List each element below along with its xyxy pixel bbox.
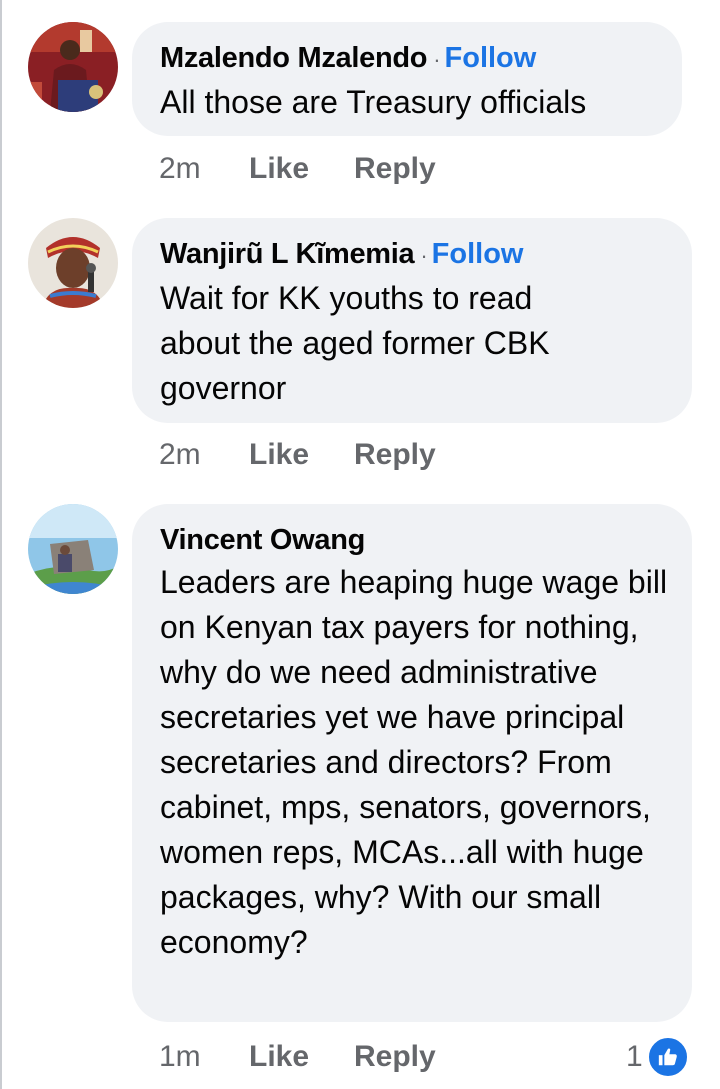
comment-actions: 2m Like Reply xyxy=(159,438,436,472)
follow-button[interactable]: Follow xyxy=(432,238,524,270)
comment-bubble: Vincent Owang Leaders are heaping huge w… xyxy=(132,504,692,1022)
profile-photo-icon xyxy=(28,22,118,112)
timestamp[interactable]: 2m xyxy=(159,152,249,186)
timestamp[interactable]: 1m xyxy=(159,1040,249,1074)
reply-button[interactable]: Reply xyxy=(354,1040,436,1074)
author-name[interactable]: Wanjirũ L Kĩmemia xyxy=(160,238,415,270)
separator-dot: · xyxy=(420,243,428,268)
like-button[interactable]: Like xyxy=(249,152,354,186)
avatar[interactable] xyxy=(28,504,118,594)
comment-bubble: Mzalendo Mzalendo · Follow All those are T… xyxy=(132,22,682,136)
profile-photo-icon xyxy=(28,218,118,308)
like-button[interactable]: Like xyxy=(249,1040,354,1074)
comment-actions: 1m Like Reply xyxy=(159,1040,436,1074)
reply-button[interactable]: Reply xyxy=(354,438,436,472)
reply-button[interactable]: Reply xyxy=(354,152,436,186)
timestamp[interactable]: 2m xyxy=(159,438,249,472)
name-row: Vincent Owang xyxy=(160,522,666,558)
avatar[interactable] xyxy=(28,22,118,112)
comment-actions: 2m Like Reply xyxy=(159,152,436,186)
author-name[interactable]: Vincent Owang xyxy=(160,524,365,556)
follow-button[interactable]: Follow xyxy=(445,42,537,74)
name-row: Mzalendo Mzalendo · Follow xyxy=(160,40,656,78)
author-name[interactable]: Mzalendo Mzalendo xyxy=(160,42,427,74)
separator-dot: · xyxy=(433,47,441,72)
comment-text: Wait for KK youths to read about the age… xyxy=(160,280,550,406)
thread-line xyxy=(0,0,2,1089)
like-button[interactable]: Like xyxy=(249,438,354,472)
profile-photo-icon xyxy=(28,504,118,594)
thumbs-up-icon xyxy=(646,1036,689,1078)
name-row: Wanjirũ L Kĩmemia · Follow xyxy=(160,236,666,274)
avatar[interactable] xyxy=(28,218,118,308)
reaction-count: 1 xyxy=(626,1040,643,1073)
comment-bubble: Wanjirũ L Kĩmemia · Follow Wait for KK you… xyxy=(132,218,692,423)
comment-text: Leaders are heaping huge wage bill on Ke… xyxy=(160,564,668,960)
comment-text: All those are Treasury officials xyxy=(160,84,587,120)
reaction-summary[interactable]: 1 xyxy=(626,1036,689,1078)
